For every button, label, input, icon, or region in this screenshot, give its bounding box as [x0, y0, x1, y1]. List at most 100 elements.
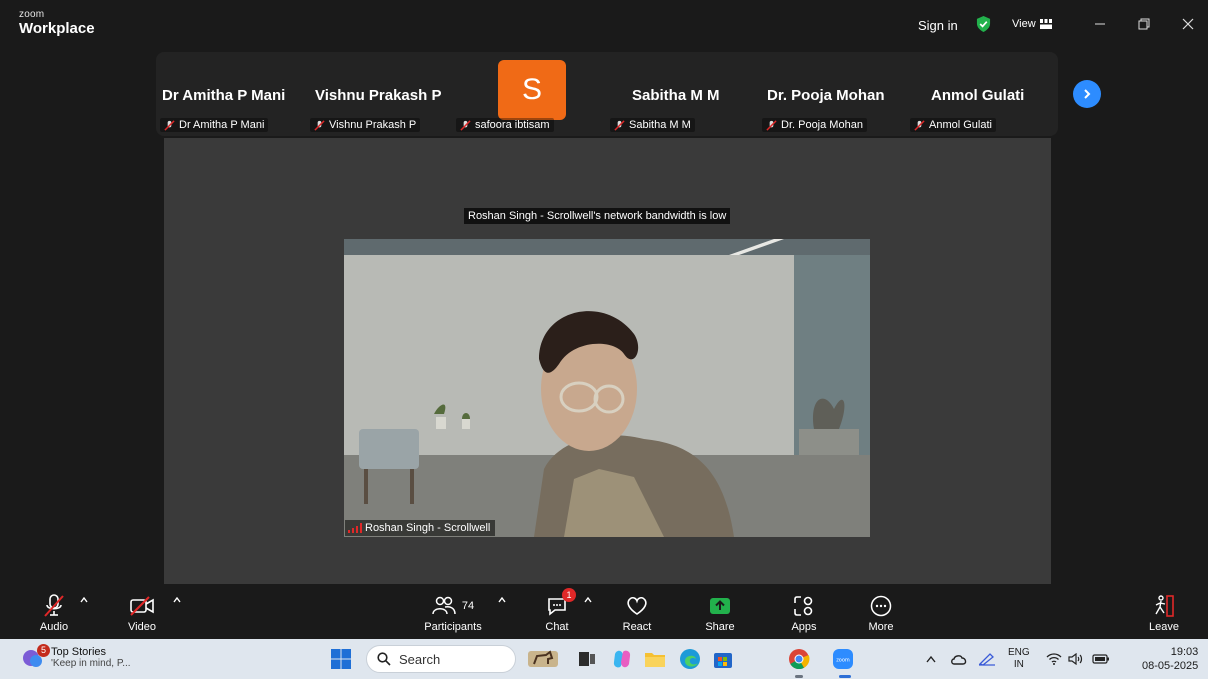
- copilot-icon[interactable]: [611, 648, 633, 670]
- volume-icon[interactable]: [1068, 653, 1084, 665]
- participant-tile[interactable]: Sabitha M M Sabitha M M: [606, 52, 756, 136]
- more-label: More: [868, 621, 894, 633]
- language-bottom[interactable]: IN: [1008, 659, 1030, 671]
- chrome-running-indicator: [795, 675, 803, 678]
- video-button[interactable]: Video: [124, 585, 160, 639]
- apps-icon: [794, 596, 813, 616]
- video-off-icon: [130, 596, 154, 616]
- clock-date: 08-05-2025: [1142, 659, 1199, 672]
- chrome-browser-icon[interactable]: [788, 648, 810, 670]
- close-button[interactable]: [1178, 14, 1198, 34]
- zoom-active-indicator: [839, 675, 851, 678]
- chevron-up-icon: [80, 596, 88, 603]
- windows-start-icon[interactable]: [330, 648, 352, 670]
- speaker-name-text: Roshan Singh - Scrollwell: [365, 522, 491, 534]
- encryption-shield-icon[interactable]: [976, 16, 991, 32]
- participants-icon: [432, 596, 456, 615]
- search-placeholder: Search: [399, 651, 441, 667]
- task-view-icon[interactable]: [576, 648, 598, 670]
- restore-icon: [1138, 18, 1150, 30]
- minimize-button[interactable]: [1090, 14, 1110, 34]
- participant-name: Sabitha M M: [632, 87, 720, 104]
- apps-label: Apps: [791, 621, 817, 633]
- edge-browser-icon[interactable]: [679, 648, 701, 670]
- participant-label: Sabitha M M: [610, 118, 695, 132]
- video-options-caret[interactable]: [173, 595, 181, 606]
- muted-microphone-icon: [44, 594, 64, 617]
- chevron-up-icon: [173, 596, 181, 603]
- zoom-window: zoom Workplace Sign in View Dr Amitha P …: [0, 0, 1208, 679]
- participant-name: Anmol Gulati: [931, 87, 1025, 104]
- react-label: React: [622, 621, 652, 633]
- microsoft-store-icon[interactable]: [712, 648, 734, 670]
- muted-mic-icon: [914, 119, 925, 131]
- bandwidth-notice: Roshan Singh - Scrollwell's network band…: [464, 208, 731, 224]
- logo-workplace-text: Workplace: [19, 20, 95, 37]
- audio-options-caret[interactable]: [80, 595, 88, 606]
- participant-name: Dr. Pooja Mohan: [767, 87, 885, 104]
- pinned-app-horse-icon[interactable]: [528, 648, 558, 670]
- participant-label-text: Dr. Pooja Mohan: [781, 119, 863, 131]
- chat-unread-badge: 1: [562, 588, 576, 602]
- view-button[interactable]: View: [1012, 18, 1052, 30]
- news-widget[interactable]: 5 Top Stories 'Keep in mind, P...: [22, 643, 131, 669]
- battery-icon[interactable]: [1092, 654, 1110, 664]
- participant-label-text: safoora ibtisam: [475, 119, 550, 131]
- clock-time: 19:03: [1170, 646, 1199, 658]
- participants-button[interactable]: 74 Participants: [418, 585, 488, 639]
- participants-options-caret[interactable]: [498, 595, 506, 606]
- wifi-icon[interactable]: [1046, 653, 1062, 665]
- system-tray: ENG IN: [926, 639, 1110, 679]
- more-options-icon: [870, 595, 892, 617]
- chat-button[interactable]: 1 Chat: [540, 585, 576, 639]
- participants-count: 74: [461, 600, 475, 612]
- signal-strength-icon: [348, 523, 362, 533]
- zoom-app-icon[interactable]: zoom: [832, 648, 854, 670]
- audio-label: Audio: [39, 621, 69, 633]
- onedrive-cloud-icon[interactable]: [950, 652, 968, 666]
- share-button[interactable]: Share: [702, 585, 738, 639]
- view-label: View: [1012, 18, 1036, 30]
- react-button[interactable]: React: [619, 585, 655, 639]
- restore-button[interactable]: [1134, 14, 1154, 34]
- participant-tile[interactable]: S safoora ibtisam: [156, 52, 606, 136]
- speaker-video[interactable]: [344, 239, 870, 537]
- leave-button[interactable]: Leave: [1146, 585, 1182, 639]
- heart-icon: [627, 596, 647, 615]
- participant-avatar: S: [498, 60, 566, 120]
- muted-mic-icon: [614, 119, 625, 131]
- participant-tile[interactable]: Dr. Pooja Mohan Dr. Pooja Mohan: [756, 52, 906, 136]
- grid-view-icon: [1039, 19, 1052, 29]
- speaker-name-label: Roshan Singh - Scrollwell: [345, 520, 496, 536]
- system-clock[interactable]: 19:03 08-05-2025: [1142, 646, 1198, 674]
- participant-label-text: Anmol Gulati: [929, 119, 992, 131]
- participant-label: Dr. Pooja Mohan: [762, 118, 867, 132]
- audio-button[interactable]: Audio: [36, 585, 72, 639]
- minimize-icon: [1095, 23, 1105, 25]
- participant-tile[interactable]: Anmol Gulati Anmol Gulati: [906, 52, 1056, 136]
- chat-label: Chat: [545, 621, 569, 633]
- language-top[interactable]: ENG: [1008, 647, 1030, 659]
- taskbar-search[interactable]: Search: [366, 645, 516, 673]
- next-page-button[interactable]: [1073, 80, 1101, 108]
- news-badge: 5: [37, 643, 50, 657]
- sign-in-link[interactable]: Sign in: [918, 18, 958, 33]
- close-icon: [1182, 18, 1194, 30]
- participants-label: Participants: [424, 621, 482, 633]
- file-explorer-icon[interactable]: [644, 648, 666, 670]
- show-hidden-icons-chevron-icon[interactable]: [926, 655, 936, 663]
- svg-text:zoom: zoom: [836, 658, 850, 664]
- more-button[interactable]: More: [864, 585, 898, 639]
- leave-door-icon: [1155, 595, 1174, 617]
- pen-input-icon[interactable]: [978, 652, 996, 666]
- muted-mic-icon: [766, 119, 777, 131]
- chevron-up-icon: [584, 596, 592, 603]
- share-label: Share: [705, 621, 735, 633]
- apps-button[interactable]: Apps: [787, 585, 821, 639]
- news-subtitle: 'Keep in mind, P...: [51, 658, 131, 669]
- os-taskbar: 5 Top Stories 'Keep in mind, P... Search: [0, 639, 1208, 679]
- chat-options-caret[interactable]: [584, 595, 592, 606]
- meeting-toolbar: Audio Video 74 Participants 1 Chat React…: [0, 585, 1208, 639]
- chevron-right-icon: [1084, 89, 1091, 99]
- title-bar: zoom Workplace Sign in View: [0, 0, 1208, 50]
